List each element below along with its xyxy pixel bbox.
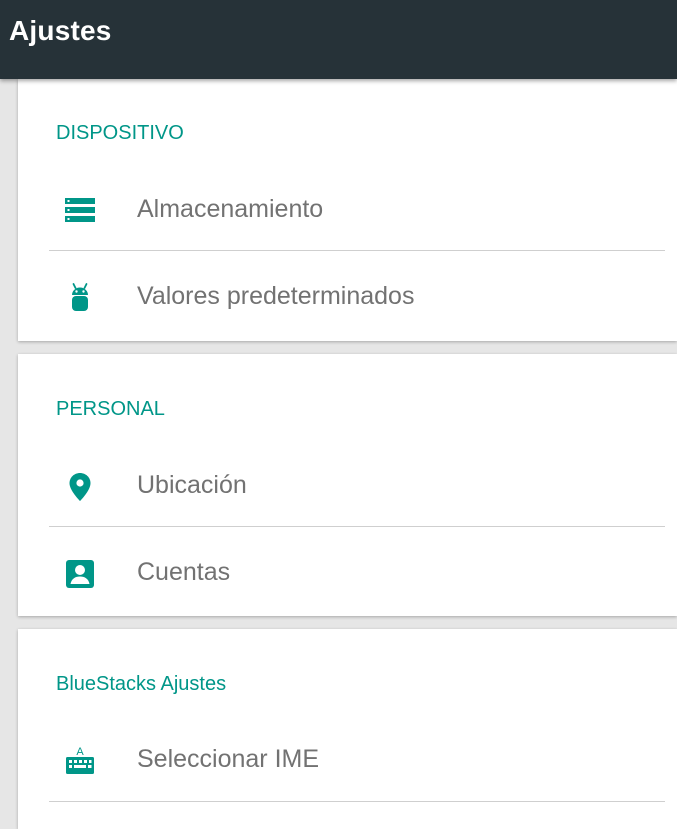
section-card-personal: PERSONAL Ubicación Cuentas <box>18 354 677 616</box>
settings-item-accounts[interactable]: Cuentas <box>18 527 677 617</box>
divider <box>49 801 665 802</box>
settings-item-default-apps[interactable]: Valores predeterminados <box>18 251 677 341</box>
section-header-dispositivo: DISPOSITIVO <box>56 122 184 144</box>
settings-item-label: Valores predeterminados <box>137 282 415 310</box>
account-box-icon <box>64 558 96 590</box>
location-pin-icon <box>64 471 96 503</box>
settings-item-label: Cuentas <box>137 558 231 586</box>
settings-item-label: Seleccionar IME <box>137 745 320 773</box>
app-bar: Ajustes <box>0 0 677 79</box>
settings-item-storage[interactable]: Almacenamiento <box>18 164 677 254</box>
settings-item-label: Almacenamiento <box>137 195 324 223</box>
section-card-bluestacks: BlueStacks Ajustes A Seleccionar IME <box>18 629 677 829</box>
svg-text:A: A <box>76 746 84 758</box>
section-header-bluestacks: BlueStacks Ajustes <box>56 673 227 695</box>
settings-item-select-ime[interactable]: A Seleccionar IME <box>18 714 677 804</box>
keyboard-icon: A <box>64 745 96 777</box>
settings-item-location[interactable]: Ubicación <box>18 440 677 530</box>
android-icon <box>64 282 96 314</box>
settings-item-label: Ubicación <box>137 471 247 499</box>
storage-icon <box>64 195 96 227</box>
section-header-personal: PERSONAL <box>56 398 165 420</box>
section-card-dispositivo: DISPOSITIVO Almacenamiento Valores prede… <box>18 79 677 341</box>
page-title: Ajustes <box>9 15 112 46</box>
